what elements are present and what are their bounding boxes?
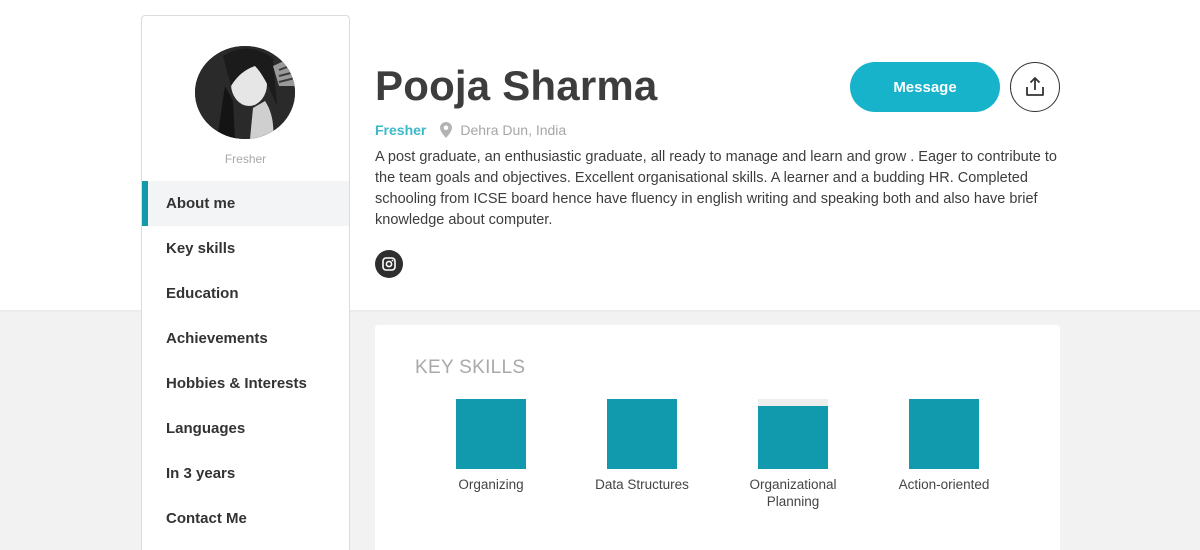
profile-sidebar: Fresher About me Key skills Education Ac…	[141, 15, 350, 550]
sidebar-item-contact-me[interactable]: Contact Me	[142, 496, 349, 541]
sidebar-item-hobbies-interests[interactable]: Hobbies & Interests	[142, 361, 349, 406]
skill-meter	[456, 399, 526, 469]
profile-meta: Fresher Dehra Dun, India	[375, 120, 566, 140]
skill-label: Organizational Planning	[749, 477, 837, 509]
sidebar-item-achievements[interactable]: Achievements	[142, 316, 349, 361]
skill-meter	[758, 399, 828, 469]
key-skills-card: KEY SKILLS Organizing Data Structures Or…	[375, 325, 1060, 550]
skill-meter-fill	[456, 399, 526, 469]
skill-item: Organizing	[431, 399, 551, 493]
skill-meter	[607, 399, 677, 469]
skill-label: Action-oriented	[898, 477, 990, 492]
skill-item: Organizational Planning	[733, 399, 853, 510]
skill-item: Action-oriented	[884, 399, 1004, 493]
sidebar-item-languages[interactable]: Languages	[142, 406, 349, 451]
sidebar-item-key-skills[interactable]: Key skills	[142, 226, 349, 271]
sidebar-item-about-me[interactable]: About me	[142, 181, 349, 226]
profile-location: Dehra Dun, India	[460, 122, 567, 138]
sidebar-item-education[interactable]: Education	[142, 271, 349, 316]
sidebar-role: Fresher	[224, 152, 267, 166]
skill-meter-fill	[758, 406, 828, 469]
avatar	[195, 46, 295, 139]
sidebar-item-in-3-years[interactable]: In 3 years	[142, 451, 349, 496]
skill-meter-fill	[909, 399, 979, 469]
skill-meter-fill	[607, 399, 677, 469]
message-button[interactable]: Message	[850, 62, 1000, 112]
sidebar-nav: About me Key skills Education Achievemen…	[142, 181, 349, 541]
skill-label: Data Structures	[595, 477, 689, 492]
share-button[interactable]	[1010, 62, 1060, 112]
profile-name: Pooja Sharma	[375, 62, 658, 109]
instagram-icon[interactable]	[375, 250, 403, 278]
skill-item: Data Structures	[582, 399, 702, 493]
profile-bio: A post graduate, an enthusiastic graduat…	[375, 149, 1057, 228]
instagram-glyph	[382, 257, 396, 271]
map-pin-icon	[440, 122, 453, 138]
share-icon	[1026, 77, 1044, 96]
avatar-photo	[195, 46, 295, 139]
key-skills-title: KEY SKILLS	[415, 357, 526, 378]
skill-label: Organizing	[458, 477, 524, 492]
skill-meter	[909, 399, 979, 469]
profile-role: Fresher	[375, 122, 427, 138]
